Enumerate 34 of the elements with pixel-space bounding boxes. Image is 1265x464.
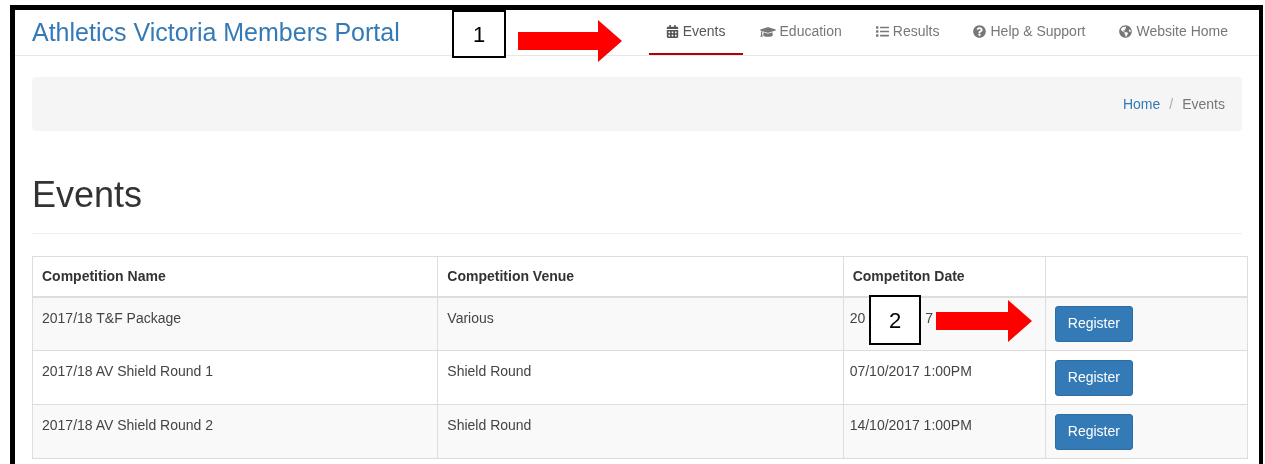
table-cell: 2017/18 AV Shield Round 1 <box>32 350 438 405</box>
date-text: 14/10/2017 1:00PM <box>849 416 972 435</box>
callout-label: 1 <box>452 10 506 58</box>
table-cell: 2017/18 T&F Package <box>32 296 438 351</box>
nav-tab[interactable]: Help & Support <box>956 10 1103 55</box>
table-cell: 2017/18 AV Shield Round 2 <box>32 404 438 459</box>
nav-tab[interactable]: Website Home <box>1102 10 1245 55</box>
date-text: 7 <box>925 308 934 328</box>
arrow-icon <box>518 20 622 62</box>
date-text: 20 <box>849 308 866 328</box>
breadcrumb-link[interactable]: Home <box>1122 93 1161 115</box>
graduation-cap-icon <box>759 24 776 39</box>
page-heading: Events <box>32 173 144 217</box>
arrow-icon <box>936 300 1032 342</box>
calendar-icon <box>665 25 679 38</box>
list-icon <box>875 25 889 38</box>
nav-tab[interactable]: Results <box>858 10 957 55</box>
breadcrumb-separator: / <box>1169 94 1174 114</box>
column-header: Competition Venue <box>437 256 844 297</box>
breadcrumb-current: Events <box>1182 94 1225 114</box>
help-icon <box>973 25 987 38</box>
register-button[interactable]: Register <box>1054 359 1133 396</box>
register-button[interactable]: Register <box>1054 413 1133 450</box>
globe-icon <box>1119 25 1133 38</box>
column-header: Competition Name <box>32 256 438 297</box>
register-button[interactable]: Register <box>1054 305 1133 342</box>
table-cell: Various <box>437 296 844 351</box>
date-text: 07/10/2017 1:00PM <box>849 362 972 381</box>
nav-tab[interactable]: Events <box>648 10 743 55</box>
nav-tab[interactable]: Education <box>742 10 859 55</box>
table-cell: Shield Round <box>437 404 844 459</box>
callout-label: 2 <box>869 295 921 345</box>
portal-title[interactable]: Athletics Victoria Members Portal <box>32 13 400 52</box>
table-cell: Shield Round <box>437 350 844 405</box>
